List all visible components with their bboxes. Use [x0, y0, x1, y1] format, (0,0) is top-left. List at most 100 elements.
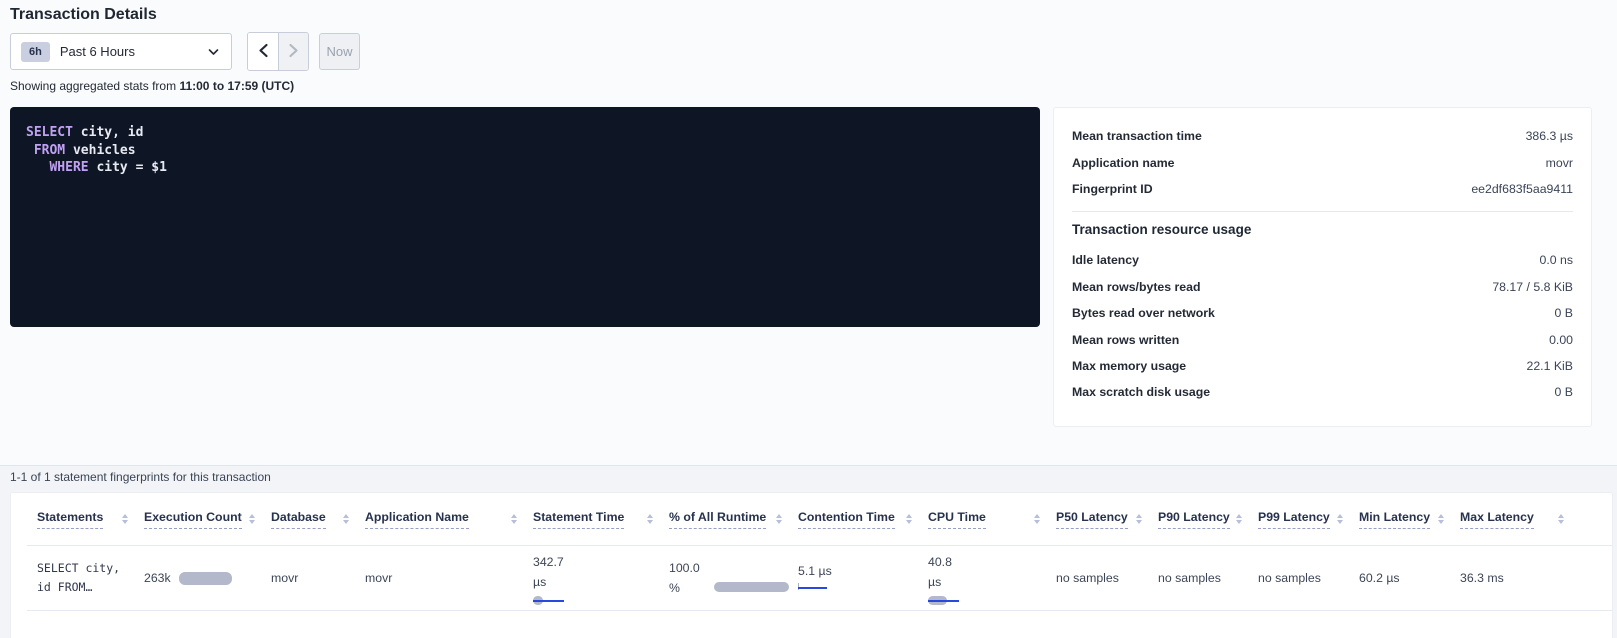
database-cell: movr: [271, 571, 365, 585]
sql-line: WHERE city = $1: [26, 159, 1024, 177]
stat-label: Max scratch disk usage: [1072, 385, 1210, 399]
database-value: movr: [271, 571, 298, 585]
chevron-left-icon: [258, 43, 269, 61]
sort-icon: [776, 514, 782, 524]
column-header-cpu-time[interactable]: CPU Time: [928, 510, 1056, 529]
now-button[interactable]: Now: [319, 33, 360, 70]
sql-line: FROM vehicles: [26, 142, 1024, 160]
fingerprints-caption: 1-1 of 1 statement fingerprints for this…: [10, 470, 271, 484]
column-header-label: Contention Time: [798, 510, 895, 529]
resource-usage-title: Transaction resource usage: [1072, 222, 1573, 237]
column-header-max-latency[interactable]: Max Latency: [1460, 510, 1580, 529]
stat-value: 0.0 ns: [1540, 253, 1574, 267]
stat-label: Mean rows/bytes read: [1072, 280, 1200, 294]
max-latency-cell: 36.3 ms: [1460, 571, 1580, 585]
column-header-statements[interactable]: Statements: [37, 510, 144, 529]
cpu-time-number: 40.8: [928, 552, 1056, 572]
statement-line-1: SELECT city,: [37, 559, 144, 578]
column-header-execution-count[interactable]: Execution Count: [144, 510, 271, 529]
contention-time-value: 5.1 µs: [798, 564, 928, 578]
stat-row: Max scratch disk usage 0 B: [1072, 379, 1573, 405]
sort-icon: [1558, 514, 1564, 524]
application-name-value: movr: [365, 571, 392, 585]
statement-line-2: id FROM…: [37, 578, 144, 597]
column-header-label: P90 Latency: [1158, 510, 1230, 529]
chevron-right-icon: [288, 43, 299, 61]
table-header-row: StatementsExecution Count DatabaseApplica…: [27, 493, 1612, 546]
stat-label: Mean transaction time: [1072, 129, 1202, 143]
time-controls: 6h Past 6 Hours Now: [10, 32, 360, 71]
stat-value: 0 B: [1555, 385, 1573, 399]
column-header-p50-latency[interactable]: P50 Latency: [1056, 510, 1158, 529]
column-header-label: % of All Runtime: [669, 510, 766, 529]
stat-row: Max memory usage 22.1 KiB: [1072, 353, 1573, 379]
stat-value: 386.3 µs: [1526, 129, 1573, 143]
column-header-p90-latency[interactable]: P90 Latency: [1158, 510, 1258, 529]
column-header-label: P50 Latency: [1056, 510, 1128, 529]
time-range-dropdown[interactable]: 6h Past 6 Hours: [10, 33, 232, 70]
p90-latency-value: no samples: [1158, 571, 1221, 585]
statement-row: SELECT city, id FROM… 263k movr movr 342…: [27, 546, 1612, 611]
pct-runtime-unit: %: [669, 578, 700, 598]
column-header-database[interactable]: Database: [271, 510, 365, 529]
column-header-contention-time[interactable]: Contention Time: [798, 510, 928, 529]
sql-statement-card: SELECT city, id FROM vehicles WHERE city…: [10, 107, 1040, 327]
sort-icon: [511, 514, 517, 524]
pct-runtime-value: 100.0 %: [669, 558, 700, 598]
transaction-details-panel: Mean transaction time 386.3 µs Application…: [1053, 107, 1592, 427]
statements-table-inner: StatementsExecution Count DatabaseApplica…: [27, 493, 1612, 611]
pct-runtime-number: 100.0: [669, 558, 700, 578]
stat-label: Idle latency: [1072, 253, 1139, 267]
sql-code: SELECT city, id FROM vehicles WHERE city…: [26, 124, 1024, 177]
sort-icon: [1136, 514, 1142, 524]
column-header-label: Execution Count: [144, 510, 242, 529]
statement-time-value: 342.7 µs: [533, 552, 669, 592]
aggregated-stats-caption: Showing aggregated stats from 11:00 to 1…: [10, 79, 294, 93]
page-title: Transaction Details: [10, 6, 157, 24]
column-header-label: Statement Time: [533, 510, 624, 529]
stats-caption-range: 11:00 to 17:59 (UTC): [179, 79, 294, 93]
stat-label: Max memory usage: [1072, 359, 1186, 373]
stat-value: 22.1 KiB: [1527, 359, 1574, 373]
max-latency-value: 36.3 ms: [1460, 571, 1504, 585]
cpu-time-bar: [928, 596, 1056, 605]
column-header-p99-latency[interactable]: P99 Latency: [1258, 510, 1359, 529]
stat-value: 78.17 / 5.8 KiB: [1492, 280, 1573, 294]
sort-icon: [1236, 514, 1242, 524]
p50-latency-value: no samples: [1056, 571, 1119, 585]
p50-latency-cell: no samples: [1056, 571, 1158, 585]
sort-icon: [1438, 514, 1444, 524]
column-header-statement-time[interactable]: Statement Time: [533, 510, 669, 529]
p99-latency-value: no samples: [1258, 571, 1321, 585]
stat-value: ee2df683f5aa9411: [1471, 182, 1573, 196]
top-section: Transaction Details 6h Past 6 Hours: [0, 0, 1617, 466]
statement-time-bar: [533, 596, 669, 605]
column-header-label: Application Name: [365, 510, 469, 529]
next-range-button[interactable]: [278, 33, 308, 70]
application-name-cell: movr: [365, 571, 533, 585]
chevron-down-icon: [208, 48, 219, 56]
stat-row: Application namemovr: [1072, 149, 1573, 175]
column-header-min-latency[interactable]: Min Latency: [1359, 510, 1460, 529]
column-header-of-all-runtime[interactable]: % of All Runtime: [669, 510, 798, 529]
statement-time-unit: µs: [533, 572, 669, 592]
stat-row: Bytes read over network0 B: [1072, 300, 1573, 326]
previous-range-button[interactable]: [248, 33, 278, 70]
stat-row: Idle latency 0.0 ns: [1072, 247, 1573, 273]
column-header-label: Min Latency: [1359, 510, 1430, 529]
stats-caption-prefix: Showing aggregated stats from: [10, 79, 176, 93]
stat-row: Mean transaction time 386.3 µs: [1072, 123, 1573, 149]
stat-row: Mean rows/bytes read 78.17 / 5.8 KiB: [1072, 274, 1573, 300]
cpu-time-cell: 40.8 µs: [928, 552, 1056, 605]
statement-fingerprint-link[interactable]: SELECT city, id FROM…: [37, 559, 144, 597]
sort-icon: [906, 514, 912, 524]
contention-time-bar: [798, 583, 928, 592]
execution-count-bar: [179, 572, 232, 585]
column-header-application-name[interactable]: Application Name: [365, 510, 533, 529]
sort-icon: [122, 514, 128, 524]
column-header-label: CPU Time: [928, 510, 986, 529]
sort-icon: [1337, 514, 1343, 524]
pct-runtime-cell: 100.0 %: [669, 558, 798, 598]
stat-label: Mean rows written: [1072, 333, 1179, 347]
range-arrow-group: [247, 32, 309, 71]
